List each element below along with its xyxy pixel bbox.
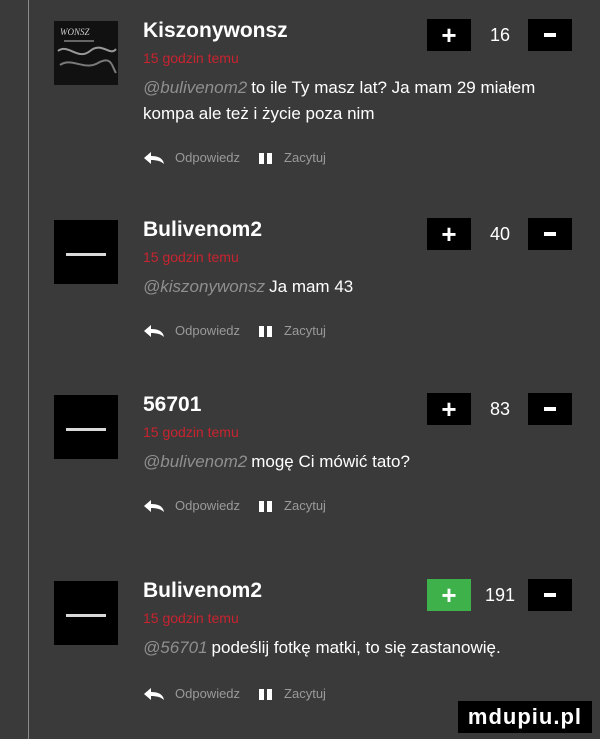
quote-icon bbox=[259, 500, 273, 512]
downvote-button[interactable] bbox=[528, 19, 572, 51]
comment-author[interactable]: Bulivenom2 bbox=[143, 579, 262, 603]
reply-arrow-icon bbox=[144, 151, 164, 164]
avatar-mark bbox=[66, 253, 106, 256]
comment: WONSZ Kiszonywonsz 15 godzin temu + 16 @… bbox=[0, 0, 600, 170]
comment-timestamp: 15 godzin temu bbox=[143, 610, 239, 626]
avatar-mark bbox=[66, 614, 106, 617]
minus-icon bbox=[544, 232, 556, 236]
avatar[interactable] bbox=[54, 581, 118, 645]
comment: Bulivenom2 15 godzin temu + 40 @kiszonyw… bbox=[0, 199, 600, 369]
comment-actions: Odpowiedz Zacytuj bbox=[143, 150, 344, 165]
reply-arrow-icon bbox=[144, 499, 164, 512]
upvote-button[interactable]: + bbox=[427, 218, 471, 250]
comment-text: @kiszonywonsz Ja mam 43 bbox=[143, 274, 583, 300]
site-watermark: mdupiu.pl bbox=[457, 701, 592, 733]
quote-icon bbox=[259, 152, 273, 164]
quote-button[interactable]: Zacytuj bbox=[258, 323, 326, 338]
avatar[interactable]: WONSZ bbox=[54, 21, 118, 85]
reply-button[interactable]: Odpowiedz bbox=[143, 150, 240, 165]
quote-button[interactable]: Zacytuj bbox=[258, 150, 326, 165]
avatar-mark bbox=[66, 428, 106, 431]
reply-label: Odpowiedz bbox=[175, 498, 241, 513]
comment-author[interactable]: Bulivenom2 bbox=[143, 218, 262, 242]
comment-text: @bulivenom2 to ile Ty masz lat? Ja mam 29… bbox=[143, 75, 583, 127]
comment-actions: Odpowiedz Zacytuj bbox=[143, 498, 344, 513]
comment-body: mogę Ci mówić tato? bbox=[251, 452, 410, 471]
reply-button[interactable]: Odpowiedz bbox=[143, 323, 240, 338]
mention-link[interactable]: @56701 bbox=[143, 638, 208, 657]
reply-arrow-icon bbox=[144, 324, 164, 337]
reply-label: Odpowiedz bbox=[175, 686, 241, 701]
downvote-button[interactable] bbox=[528, 393, 572, 425]
minus-icon bbox=[544, 33, 556, 37]
mention-link[interactable]: @kiszonywonsz bbox=[143, 277, 265, 296]
vote-count: 40 bbox=[489, 223, 511, 244]
avatar[interactable] bbox=[54, 395, 118, 459]
comment-timestamp: 15 godzin temu bbox=[143, 424, 239, 440]
quote-label: Zacytuj bbox=[284, 150, 326, 165]
comment-text: @56701 podeślij fotkę matki, to się zasta… bbox=[143, 635, 583, 661]
downvote-button[interactable] bbox=[528, 218, 572, 250]
avatar[interactable] bbox=[54, 220, 118, 284]
mention-link[interactable]: @bulivenom2 bbox=[143, 78, 247, 97]
quote-icon bbox=[259, 688, 273, 700]
minus-icon bbox=[544, 593, 556, 597]
reply-label: Odpowiedz bbox=[175, 323, 241, 338]
upvote-button[interactable]: + bbox=[427, 393, 471, 425]
comment: 56701 15 godzin temu + 83 @bulivenom2 mog… bbox=[0, 374, 600, 544]
comment-actions: Odpowiedz Zacytuj bbox=[143, 323, 344, 338]
quote-icon bbox=[259, 325, 273, 337]
downvote-button[interactable] bbox=[528, 579, 572, 611]
quote-button[interactable]: Zacytuj bbox=[258, 498, 326, 513]
comment-author[interactable]: 56701 bbox=[143, 393, 201, 417]
avatar-art-icon: WONSZ bbox=[57, 27, 117, 74]
quote-button[interactable]: Zacytuj bbox=[258, 686, 326, 701]
svg-text:WONSZ: WONSZ bbox=[60, 27, 90, 37]
vote-count: 191 bbox=[484, 584, 516, 605]
comment-actions: Odpowiedz Zacytuj bbox=[143, 686, 344, 701]
comment-text: @bulivenom2 mogę Ci mówić tato? bbox=[143, 449, 583, 475]
mention-link[interactable]: @bulivenom2 bbox=[143, 452, 247, 471]
comment-body: podeślij fotkę matki, to się zastanowię. bbox=[211, 638, 501, 657]
quote-label: Zacytuj bbox=[284, 498, 326, 513]
vote-count: 83 bbox=[489, 398, 511, 419]
comment-author[interactable]: Kiszonywonsz bbox=[143, 19, 288, 43]
comment-body: Ja mam 43 bbox=[269, 277, 354, 296]
vote-count: 16 bbox=[489, 24, 511, 45]
reply-label: Odpowiedz bbox=[175, 150, 241, 165]
comment-timestamp: 15 godzin temu bbox=[143, 50, 239, 66]
reply-arrow-icon bbox=[144, 687, 164, 700]
upvote-button[interactable]: + bbox=[427, 19, 471, 51]
quote-label: Zacytuj bbox=[284, 323, 326, 338]
quote-label: Zacytuj bbox=[284, 686, 326, 701]
reply-button[interactable]: Odpowiedz bbox=[143, 686, 240, 701]
reply-button[interactable]: Odpowiedz bbox=[143, 498, 240, 513]
comment-timestamp: 15 godzin temu bbox=[143, 249, 239, 265]
minus-icon bbox=[544, 407, 556, 411]
upvote-button-active[interactable]: + bbox=[427, 579, 471, 611]
